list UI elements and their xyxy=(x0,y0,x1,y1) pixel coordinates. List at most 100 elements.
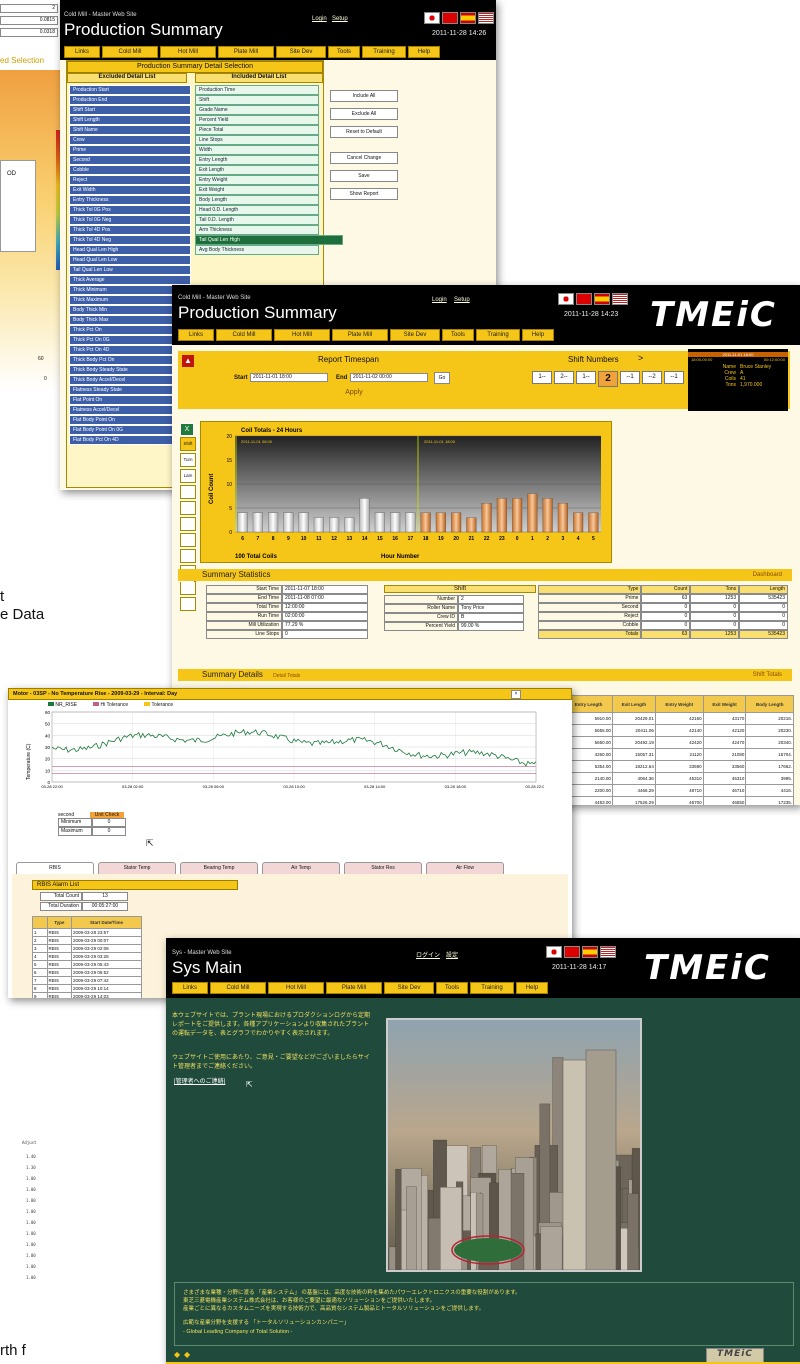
nav-hot-mill[interactable]: Hot Mill xyxy=(160,46,216,58)
excluded-item[interactable]: Production End xyxy=(69,95,191,105)
excluded-item[interactable]: Thick Tol 0G Pos xyxy=(69,205,191,215)
included-item[interactable]: Grade Name xyxy=(195,105,319,115)
flag-spain-icon[interactable] xyxy=(594,293,610,305)
nav-cold-mill[interactable]: Cold Mill xyxy=(210,982,266,994)
nav-hot-mill[interactable]: Hot Mill xyxy=(274,329,330,341)
bar[interactable] xyxy=(374,512,385,533)
detail-totals-link[interactable]: Detail Totals xyxy=(273,673,300,679)
start-input[interactable]: 2011-11-01 18:00 xyxy=(250,373,328,382)
bar[interactable] xyxy=(252,512,263,533)
shift-button[interactable]: 1-- xyxy=(576,371,596,384)
included-item[interactable]: Tail Qual Len High xyxy=(195,235,343,245)
shift-totals-link[interactable]: Shift Totals xyxy=(753,669,782,681)
bar[interactable] xyxy=(557,503,568,533)
setup-link[interactable]: Setup xyxy=(332,16,348,22)
flag-spain-icon[interactable] xyxy=(460,12,476,24)
bar[interactable] xyxy=(496,498,507,533)
pdf-icon[interactable]: ▲ xyxy=(182,355,194,367)
flag-china-icon[interactable] xyxy=(442,12,458,24)
flag-spain-icon[interactable] xyxy=(582,946,598,958)
flag-japan-icon[interactable] xyxy=(424,12,440,24)
excluded-item[interactable]: Tail Qual Len Low xyxy=(69,265,191,275)
included-item[interactable]: Body Length xyxy=(195,195,319,205)
save-button[interactable]: Save xyxy=(330,170,398,182)
bar[interactable] xyxy=(237,512,248,533)
nav-site-dev[interactable]: Site Dev xyxy=(384,982,434,994)
shift-button[interactable]: 2 xyxy=(598,371,618,387)
table-row[interactable]: 2200.00 4466.29 48710 46710 4416. xyxy=(564,784,794,797)
bar[interactable] xyxy=(420,512,431,533)
tab-air-temp[interactable]: Air Temp xyxy=(262,862,340,874)
nav-tools[interactable]: Tools xyxy=(442,329,474,341)
nav-hot-mill[interactable]: Hot Mill xyxy=(268,982,324,994)
table-row[interactable]: 5910.00 20429.01 42160 43170 20216. xyxy=(564,712,794,725)
included-item[interactable]: Percent Yield xyxy=(195,115,319,125)
excluded-item[interactable]: Thick Tol 0G Neg xyxy=(69,215,191,225)
bar[interactable] xyxy=(298,512,309,533)
nav-links[interactable]: Links xyxy=(64,46,100,58)
tab-bearing-temp[interactable]: Bearing Temp xyxy=(180,862,258,874)
table-row[interactable]: 6 RBIS 2009-03-29 06:52 xyxy=(32,968,142,977)
table-row[interactable]: 7 RBIS 2009-03-29 07:42 xyxy=(32,976,142,985)
shift-button[interactable]: --1 xyxy=(664,371,684,384)
included-item[interactable]: Entry Length xyxy=(195,155,319,165)
side-tab[interactable]: Turn xyxy=(180,453,196,467)
included-item[interactable]: Piece Total xyxy=(195,125,319,135)
bar[interactable] xyxy=(466,517,477,533)
login-link[interactable]: Login xyxy=(312,16,327,22)
table-row[interactable]: 4453.00 17526.29 46700 46550 17235. xyxy=(564,796,794,805)
close-icon[interactable]: × xyxy=(511,690,521,699)
apply-link[interactable]: Apply xyxy=(178,389,530,396)
tab-stator-temp[interactable]: Stator Temp xyxy=(98,862,176,874)
nav-tools[interactable]: Tools xyxy=(328,46,360,58)
nav-training[interactable]: Training xyxy=(362,46,406,58)
flag-usa-icon[interactable] xyxy=(612,293,628,305)
shift-button[interactable]: --2 xyxy=(642,371,662,384)
side-tab[interactable]: Lam xyxy=(180,469,196,483)
nav-plate-mill[interactable]: Plate Mill xyxy=(326,982,382,994)
excluded-item[interactable]: Prime xyxy=(69,145,191,155)
bar[interactable] xyxy=(329,517,340,533)
bar[interactable] xyxy=(573,512,584,533)
flag-china-icon[interactable] xyxy=(564,946,580,958)
excluded-item[interactable]: Shift Start xyxy=(69,105,191,115)
included-item[interactable]: Line Stops xyxy=(195,135,319,145)
included-list[interactable]: Production Time Shift Grade Name Percent Yi… xyxy=(195,85,343,255)
table-row[interactable]: 8 RBIS 2009-03-29 10:14 xyxy=(32,984,142,993)
tab-rbis[interactable]: RBIS xyxy=(16,862,94,874)
nav-training[interactable]: Training xyxy=(476,329,520,341)
table-row[interactable]: 5 RBIS 2009-03-29 05:43 xyxy=(32,960,142,969)
flag-japan-icon[interactable] xyxy=(546,946,562,958)
tab-stator-res[interactable]: Stator Res xyxy=(344,862,422,874)
table-row[interactable]: 4 RBIS 2009-03-29 03:28 xyxy=(32,952,142,961)
bar[interactable] xyxy=(268,512,279,533)
bar[interactable] xyxy=(542,498,553,533)
bar[interactable] xyxy=(313,517,324,533)
exclude-all-button[interactable]: Exclude All xyxy=(330,108,398,120)
excluded-item[interactable]: Thick Tol 4D Neg xyxy=(69,235,191,245)
excluded-item[interactable]: Exit Width xyxy=(69,185,191,195)
nav-site-dev[interactable]: Site Dev xyxy=(390,329,440,341)
setup-link[interactable]: 設定 xyxy=(446,950,458,959)
included-item[interactable]: Tail 0.D. Length xyxy=(195,215,319,225)
table-row[interactable]: 2140.00 4064.36 45310 45310 3995. xyxy=(564,772,794,785)
bar[interactable] xyxy=(512,498,523,533)
reset-to-default-button[interactable]: Reset to Default xyxy=(330,126,398,138)
excluded-item[interactable]: Second xyxy=(69,155,191,165)
included-item[interactable]: Width xyxy=(195,145,319,155)
nav-training[interactable]: Training xyxy=(470,982,514,994)
nav-help[interactable]: Help xyxy=(408,46,440,58)
table-row[interactable]: 5655.00 20411.06 42140 42120 20230. xyxy=(564,724,794,737)
bar[interactable] xyxy=(527,493,538,533)
table-row[interactable]: 2 RBIS 2009-03-29 00:07 xyxy=(32,936,142,945)
flag-usa-icon[interactable] xyxy=(600,946,616,958)
bar[interactable] xyxy=(435,512,446,533)
nav-plate-mill[interactable]: Plate Mill xyxy=(218,46,274,58)
dashboard-link[interactable]: Dashboard xyxy=(753,569,782,581)
nav-cold-mill[interactable]: Cold Mill xyxy=(102,46,158,58)
bar[interactable] xyxy=(390,512,401,533)
excluded-item[interactable]: Crew xyxy=(69,135,191,145)
back-arrow-icon[interactable]: ◆ xyxy=(174,1350,180,1359)
excluded-item[interactable]: Production Start xyxy=(69,85,191,95)
nav-links[interactable]: Links xyxy=(178,329,214,341)
